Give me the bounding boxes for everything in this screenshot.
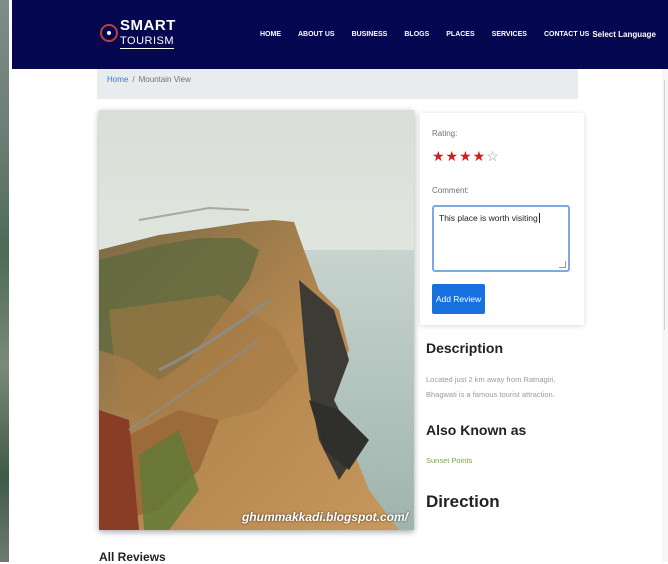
comment-text: This place is worth visiting <box>439 213 538 223</box>
breadcrumb: Home / Mountain View <box>97 69 578 99</box>
nav-services[interactable]: SERVICES <box>492 31 527 38</box>
breadcrumb-home-link[interactable]: Home <box>107 75 128 84</box>
logo-text-bottom: TOURISM <box>120 35 175 49</box>
logo-globe-icon <box>100 24 118 42</box>
site-logo[interactable]: SMART TOURISM <box>100 14 175 54</box>
star-filled-icon[interactable]: ★★★★ <box>432 148 486 164</box>
star-rating[interactable]: ★★★★☆ <box>432 148 500 165</box>
star-empty-icon[interactable]: ☆ <box>486 148 500 164</box>
description-text: Located just 2 km away from Ratnagiri, B… <box>426 375 556 399</box>
nav-contact-us[interactable]: CONTACT US <box>544 31 589 38</box>
place-photo: ghummakkadi.blogspot.com/ <box>99 110 414 530</box>
scrollbar[interactable] <box>664 80 665 330</box>
resize-handle-icon[interactable] <box>559 261 566 268</box>
nav-about-us[interactable]: ABOUT US <box>298 31 335 38</box>
nav-business[interactable]: BUSINESS <box>352 31 388 38</box>
nav-menu: HOME ABOUT US BUSINESS BLOGS PLACES SERV… <box>260 30 656 39</box>
add-review-button[interactable]: Add Review <box>432 284 485 314</box>
nav-blogs[interactable]: BLOGS <box>404 31 429 38</box>
comment-textarea[interactable]: This place is worth visiting <box>432 205 570 272</box>
language-select[interactable]: Select Language <box>592 30 656 39</box>
logo-text-top: SMART <box>120 17 176 34</box>
text-cursor <box>538 213 540 223</box>
place-photo-image <box>99 110 414 530</box>
breadcrumb-current: Mountain View <box>138 75 191 84</box>
breadcrumb-separator: / <box>132 75 135 84</box>
review-form: Rating: ★★★★☆ Comment: This place is wor… <box>420 113 584 325</box>
also-known-text: Sunset Points <box>426 456 473 465</box>
comment-label: Comment: <box>432 186 469 195</box>
navbar: SMART TOURISM HOME ABOUT US BUSINESS BLO… <box>12 0 668 69</box>
photo-watermark: ghummakkadi.blogspot.com/ <box>241 510 408 524</box>
right-scroll-area <box>662 40 668 562</box>
nav-home[interactable]: HOME <box>260 31 281 38</box>
direction-heading: Direction <box>426 492 500 511</box>
description-heading: Description <box>426 340 504 356</box>
also-known-heading: Also Known as <box>426 422 527 438</box>
nav-places[interactable]: PLACES <box>446 31 474 38</box>
background-page-strip <box>0 0 9 562</box>
rating-label: Rating: <box>432 129 458 138</box>
